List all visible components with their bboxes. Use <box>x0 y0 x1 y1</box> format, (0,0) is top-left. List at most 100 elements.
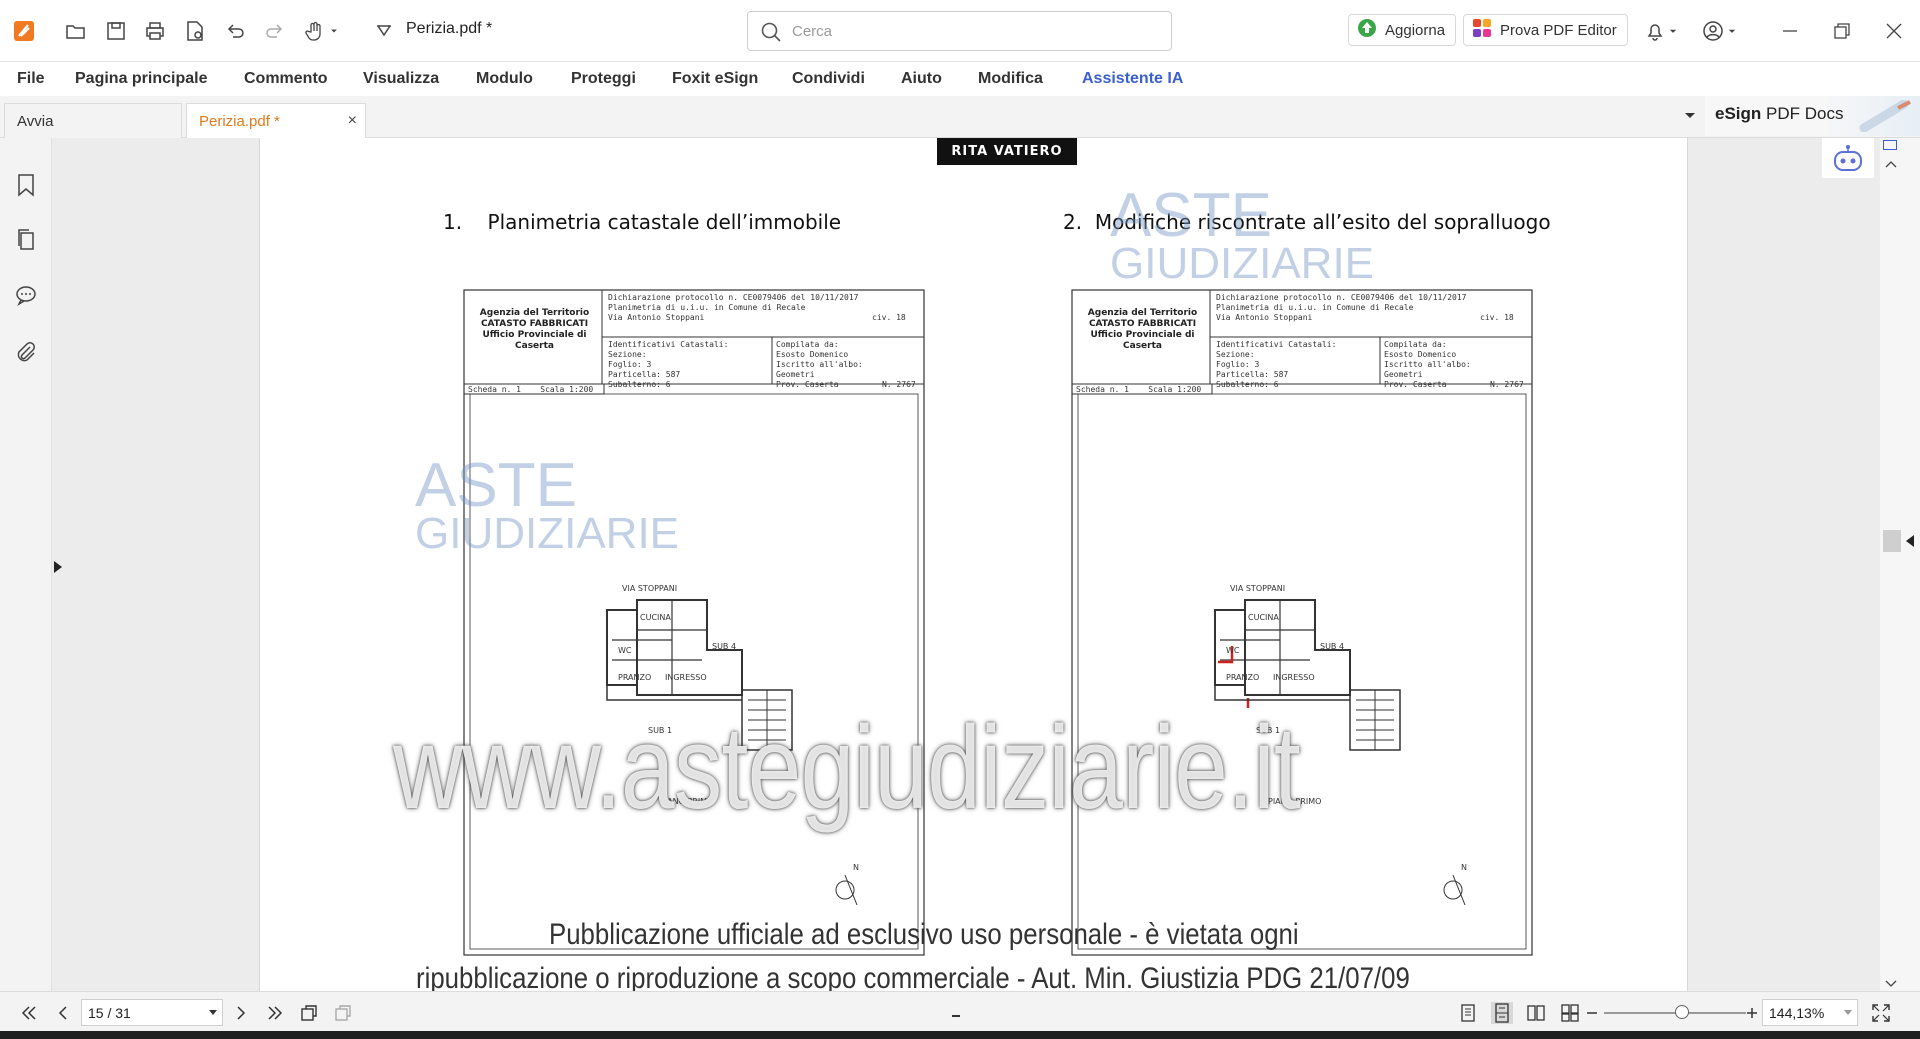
open-folder-icon[interactable] <box>62 17 90 45</box>
chevron-down-icon[interactable] <box>326 17 342 45</box>
plan-iscritto: Iscritto all'albo: <box>1384 360 1471 369</box>
next-page-icon[interactable] <box>230 1002 252 1024</box>
try-pdf-editor-label: Prova PDF Editor <box>1500 21 1617 39</box>
plan-wc-label: WC <box>618 646 632 655</box>
last-page-icon[interactable] <box>264 1002 286 1024</box>
page-copy-icon[interactable] <box>332 1002 354 1024</box>
expand-panel-arrow-icon[interactable] <box>53 560 63 574</box>
menu-ai-assistant[interactable]: Assistente IA <box>1082 70 1183 88</box>
menu-comment[interactable]: Commento <box>244 70 328 88</box>
esign-suffix: PDF Docs <box>1761 104 1844 123</box>
print-icon[interactable] <box>141 17 169 45</box>
plan-num: N. 2767 <box>881 380 916 389</box>
pages-thumbnail-icon[interactable] <box>13 227 39 253</box>
menu-view[interactable]: Visualizza <box>363 70 439 88</box>
scroll-down-arrow-icon[interactable] <box>1884 976 1898 987</box>
zoom-slider-thumb[interactable] <box>1675 1005 1689 1019</box>
aste-logo-bottom: GIUDIZIARIE <box>415 508 680 558</box>
quick-access-dropdown-icon[interactable] <box>370 17 398 45</box>
plan-compilata-name: Esosto Domenico <box>776 350 849 359</box>
heading-right-number: 2. <box>1063 210 1083 234</box>
menu-bar: File Pagina principale Commento Visualiz… <box>0 62 1920 96</box>
rotate-page-icon[interactable] <box>298 1002 320 1024</box>
heading-left-text: Planimetria catastale dell’immobile <box>487 210 842 234</box>
continuous-facing-view-icon[interactable] <box>1559 1002 1581 1024</box>
continuous-view-icon[interactable] <box>1491 1002 1513 1024</box>
plan-prov: Prov. Caserta <box>1384 380 1447 389</box>
plan-north-label: N <box>1461 863 1467 872</box>
facing-view-icon[interactable] <box>1525 1002 1547 1024</box>
close-icon[interactable] <box>1879 18 1909 44</box>
bell-icon[interactable] <box>1641 17 1669 45</box>
tab-close-icon[interactable]: × <box>348 112 357 130</box>
zoom-out-icon[interactable] <box>1585 1002 1599 1024</box>
plan-protocol: Dichiarazione protocollo n. CE0079406 de… <box>1216 293 1467 302</box>
menu-home[interactable]: Pagina principale <box>75 70 207 88</box>
tab-list-dropdown-icon[interactable] <box>1683 108 1697 122</box>
chevron-down-icon[interactable] <box>1725 17 1739 45</box>
save-icon[interactable] <box>102 17 130 45</box>
plan-right-agency: Agenzia del Territorio CATASTO FABBRICAT… <box>1080 308 1205 352</box>
first-page-icon[interactable] <box>18 1002 40 1024</box>
minimize-icon[interactable] <box>1775 18 1805 44</box>
plan-albo: Geometri <box>1384 370 1423 379</box>
account-icon[interactable] <box>1699 17 1727 45</box>
plan-compilata-name: Esosto Domenico <box>1384 350 1457 359</box>
plan-scala: Scala 1:200 <box>1148 385 1202 394</box>
restore-icon[interactable] <box>1827 18 1857 44</box>
plan-sub4-label: SUB 4 <box>712 642 737 651</box>
ai-assistant-robot-icon[interactable] <box>1822 138 1874 178</box>
scroll-up-arrow-icon[interactable] <box>1884 156 1898 168</box>
esign-banner[interactable]: eSign PDF Docs <box>1705 96 1920 136</box>
zoom-level-input[interactable]: 144,13% <box>1762 999 1858 1026</box>
search-input[interactable]: Cerca <box>747 11 1172 51</box>
menu-edit[interactable]: Modifica <box>978 70 1043 88</box>
vertical-scrollbar-thumb[interactable] <box>1883 530 1901 552</box>
title-bar: Perizia.pdf * Cerca Aggiorna Prova PDF E… <box>0 0 1920 62</box>
plan-agency-line1: Agenzia del Territorio <box>1087 308 1198 318</box>
hand-tool-icon[interactable] <box>301 17 329 45</box>
bookmark-icon[interactable] <box>13 172 39 198</box>
right-tool-strip <box>1822 138 1920 991</box>
tab-document[interactable]: Perizia.pdf * × <box>186 103 366 138</box>
tab-start-label: Avvia <box>17 113 54 130</box>
chevron-down-icon[interactable] <box>1843 1009 1853 1017</box>
aste-logo-watermark-left: ASTE GIUDIZIARIE <box>415 455 680 558</box>
left-navigation-rail <box>0 138 52 991</box>
comments-icon[interactable] <box>13 282 39 308</box>
undo-icon[interactable] <box>221 17 249 45</box>
plan-right-ident: Identificativi Catastali: Sezione: Fogli… <box>1216 340 1336 390</box>
menu-form[interactable]: Modulo <box>476 70 533 88</box>
plan-right-scheda: Scheda n. 1 Scala 1:200 <box>1076 385 1201 395</box>
zoom-in-icon[interactable] <box>1745 1002 1759 1024</box>
pdf-editor-logo-icon <box>1472 18 1492 42</box>
plan-ingresso-label: INGRESSO <box>1273 673 1315 682</box>
esign-banner-label: eSign PDF Docs <box>1715 104 1843 124</box>
fullscreen-icon[interactable] <box>1870 1002 1892 1024</box>
menu-file[interactable]: File <box>17 70 45 88</box>
tab-start[interactable]: Avvia <box>4 103 182 138</box>
plan-agency-line3: Ufficio Provinciale di <box>1090 330 1195 340</box>
collapse-right-panel-icon[interactable] <box>1904 534 1916 548</box>
chevron-down-icon[interactable] <box>1666 17 1680 45</box>
redo-icon[interactable] <box>261 17 289 45</box>
attachment-icon[interactable] <box>13 339 39 365</box>
previous-page-icon[interactable] <box>52 1002 74 1024</box>
plan-agency-line4: Caserta <box>515 341 554 351</box>
try-pdf-editor-button[interactable]: Prova PDF Editor <box>1463 14 1628 46</box>
plan-agency-line1: Agenzia del Territorio <box>479 308 590 318</box>
page-view-icon[interactable] <box>1883 140 1897 150</box>
plan-pranzo-label: PRANZO <box>1226 673 1260 682</box>
foxit-logo-icon <box>10 17 38 45</box>
chevron-down-icon[interactable] <box>208 1009 218 1017</box>
menu-share[interactable]: Condividi <box>792 70 865 88</box>
menu-protect[interactable]: Proteggi <box>571 70 636 88</box>
website-watermark: www.astegiudiziarie.it <box>393 702 1301 834</box>
page-number-input[interactable]: 15 / 31 <box>81 999 223 1026</box>
menu-help[interactable]: Aiuto <box>901 70 942 88</box>
update-button[interactable]: Aggiorna <box>1348 14 1457 46</box>
aste-logo-top: ASTE <box>1110 181 1272 250</box>
single-page-view-icon[interactable] <box>1457 1002 1479 1024</box>
export-pdf-icon[interactable] <box>181 17 209 45</box>
menu-foxit-esign[interactable]: Foxit eSign <box>672 70 758 88</box>
